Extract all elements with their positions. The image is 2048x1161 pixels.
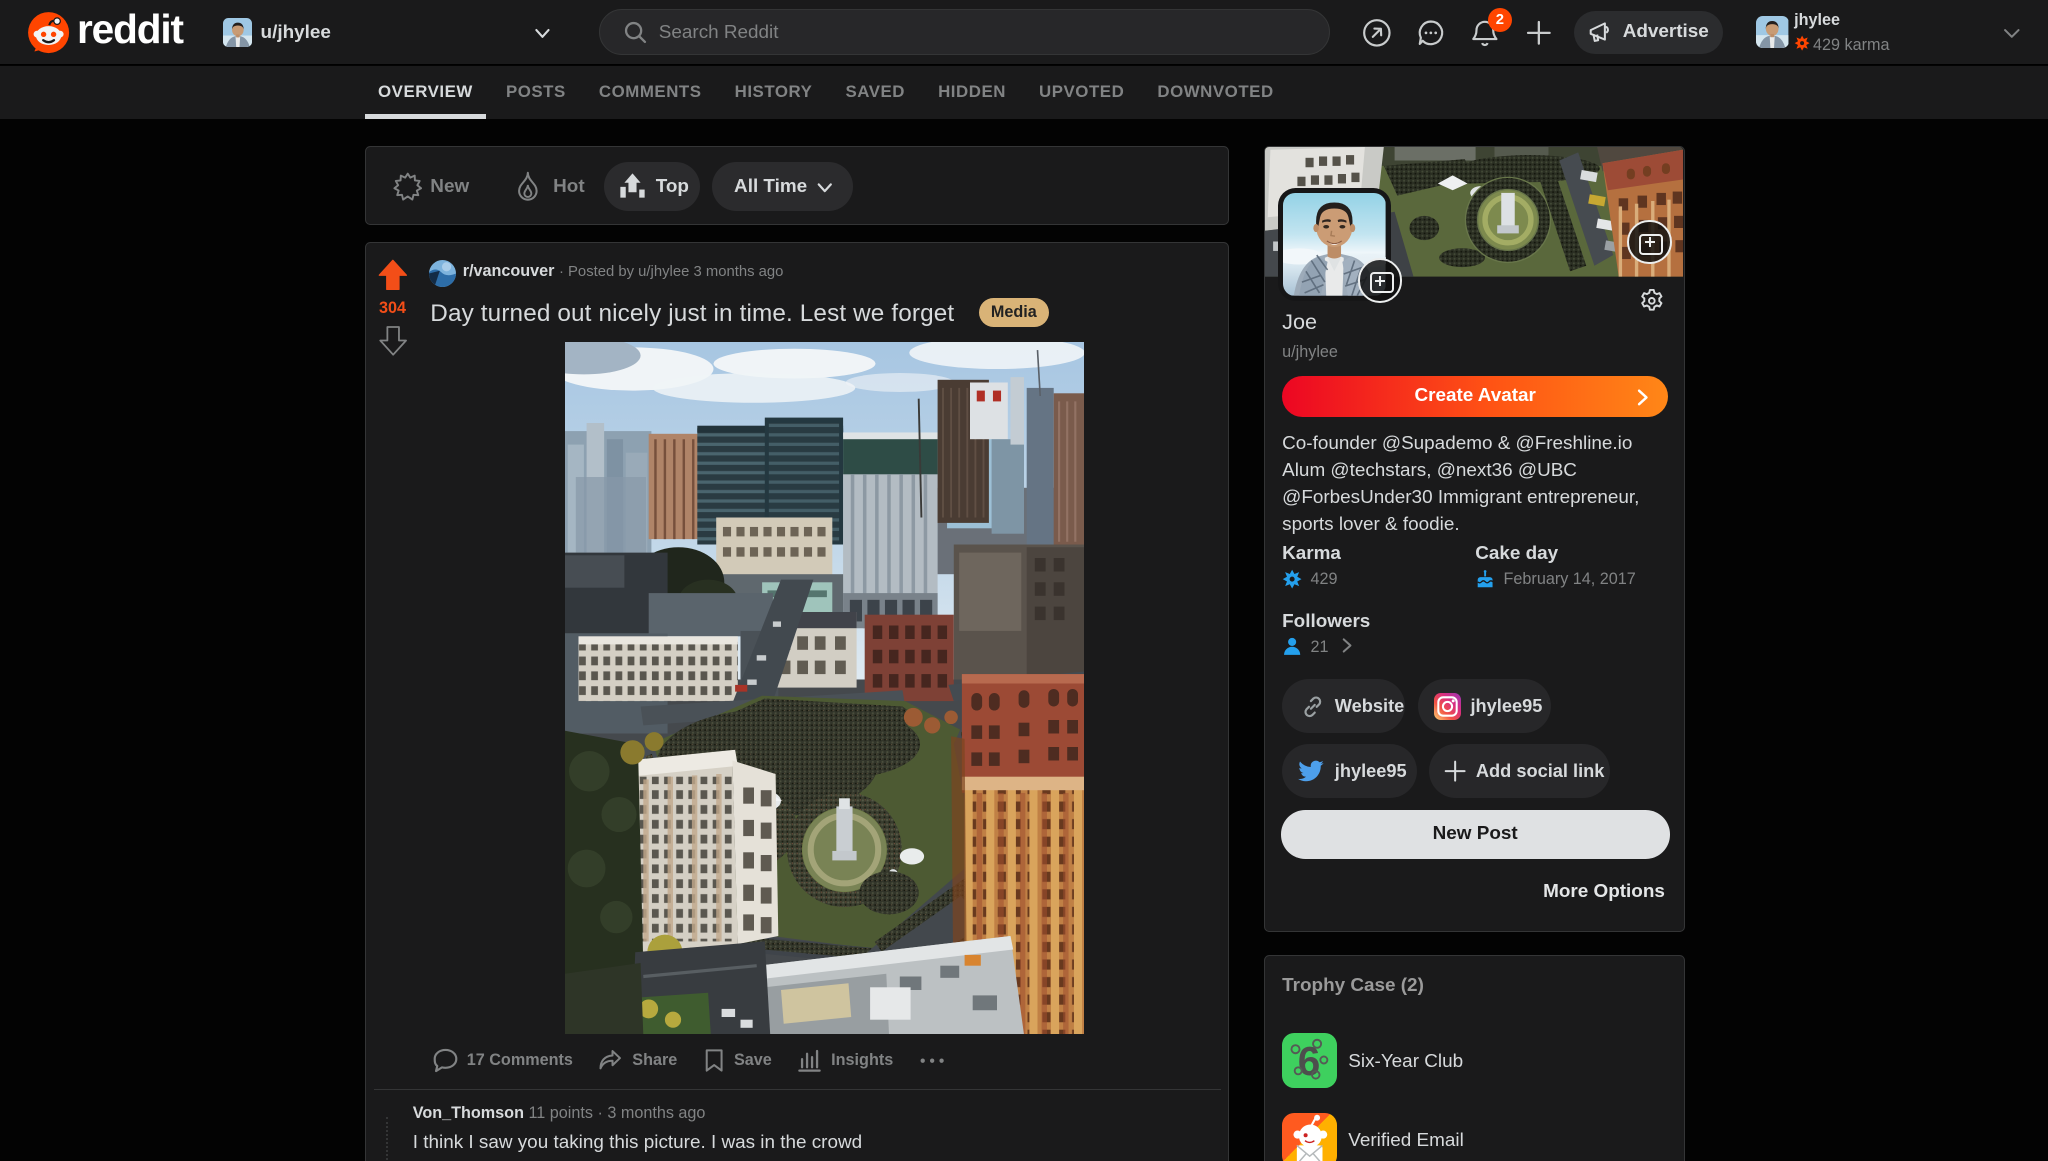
svg-text:6: 6: [1298, 1038, 1321, 1084]
